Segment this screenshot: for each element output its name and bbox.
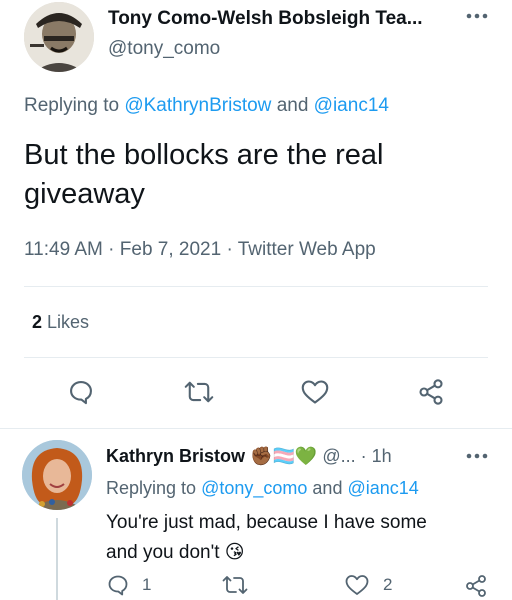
avatar-photo xyxy=(22,440,92,510)
tweet-text-line: giveaway xyxy=(24,178,145,210)
reply-like-button[interactable]: 2 xyxy=(345,574,392,596)
more-options-icon[interactable] xyxy=(466,12,488,20)
replying-prefix: Replying to xyxy=(24,95,120,116)
retweet-icon[interactable] xyxy=(184,378,214,406)
meta-separator: · xyxy=(226,239,233,260)
replying-and: and xyxy=(312,478,343,498)
reply-thread-line xyxy=(56,518,58,600)
tweet-source[interactable]: Twitter Web App xyxy=(238,239,376,260)
reply-header: Kathryn Bristow ✊🏾🏳️‍⚧️💚 @... · 1h xyxy=(106,446,392,467)
replying-user-link[interactable]: @ianc14 xyxy=(314,95,389,116)
reply-replying-to: Replying to @tony_como and @ianc14 xyxy=(106,478,419,499)
replying-prefix: Replying to xyxy=(106,478,197,498)
tweet-date[interactable]: Feb 7, 2021 xyxy=(120,239,221,260)
reply-author-handle[interactable]: @... xyxy=(322,446,355,466)
author-handle[interactable]: @tony_como xyxy=(108,38,220,60)
share-icon[interactable] xyxy=(417,378,445,406)
meta-separator: · xyxy=(108,239,115,260)
reply-text-line: and you don't 😘 xyxy=(106,542,245,563)
divider xyxy=(0,428,512,429)
reply-author-name[interactable]: Kathryn Bristow xyxy=(106,446,245,466)
reply-author-emoji: ✊🏾🏳️‍⚧️💚 xyxy=(250,446,318,466)
author-name[interactable]: Tony Como-Welsh Bobsleigh Tea... xyxy=(108,8,423,30)
tweet-meta: 11:49 AM · Feb 7, 2021 · Twitter Web App xyxy=(24,239,376,261)
replying-user-link[interactable]: @KathrynBristow xyxy=(124,95,271,116)
reply-icon[interactable] xyxy=(67,378,95,406)
replying-and: and xyxy=(276,95,309,116)
replying-to: Replying to @KathrynBristow and @ianc14 xyxy=(24,95,389,117)
like-icon xyxy=(345,574,369,596)
tweet-time[interactable]: 11:49 AM xyxy=(24,239,103,260)
avatar-photo xyxy=(24,2,94,72)
reply-time[interactable]: · 1h xyxy=(361,446,392,466)
reply-count: 1 xyxy=(142,575,152,594)
retweet-icon[interactable] xyxy=(222,573,248,597)
like-count: 2 xyxy=(383,575,393,594)
share-icon[interactable] xyxy=(464,574,488,598)
reply-more-options-icon[interactable] xyxy=(466,452,488,460)
reply-icon xyxy=(106,573,130,597)
reply-reply-button[interactable]: 1 xyxy=(106,573,151,597)
replying-user-link[interactable]: @tony_como xyxy=(201,478,307,498)
likes-stat[interactable]: 2 Likes xyxy=(32,312,89,333)
like-icon[interactable] xyxy=(301,379,329,405)
replying-user-link[interactable]: @ianc14 xyxy=(347,478,418,498)
reply-author-avatar[interactable] xyxy=(22,440,92,510)
tweet-text: But the bollocks are the real giveaway xyxy=(24,136,383,214)
reply-text: You're just mad, because I have some and… xyxy=(106,508,427,568)
divider xyxy=(24,286,488,287)
tweet-text-line: But the bollocks are the real xyxy=(24,139,384,171)
likes-label: Likes xyxy=(47,312,90,332)
likes-count: 2 xyxy=(32,312,43,332)
reply-text-line: You're just mad, because I have some xyxy=(106,512,427,533)
divider xyxy=(24,357,488,358)
author-avatar[interactable] xyxy=(24,2,94,72)
